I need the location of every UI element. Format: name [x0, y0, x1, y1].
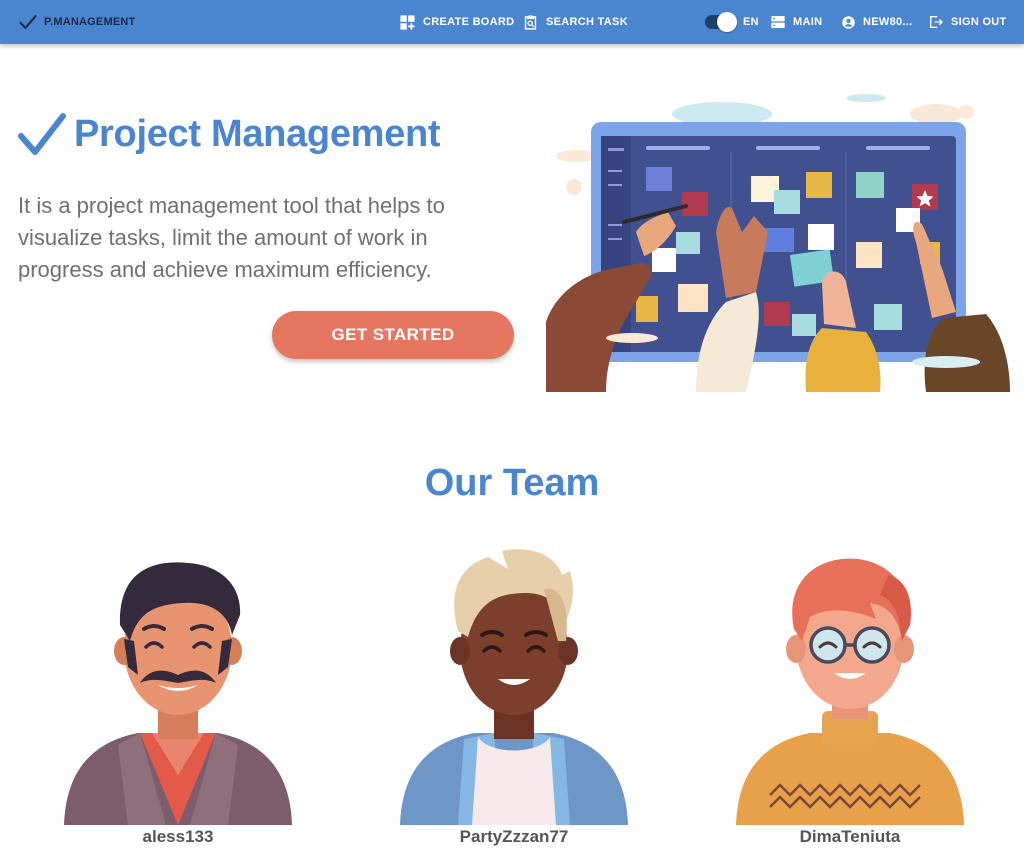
main-label: MAIN: [793, 16, 823, 28]
user-profile-button[interactable]: NEW80...: [841, 0, 912, 44]
checkmark-icon: [19, 15, 37, 29]
server-icon: [771, 16, 785, 28]
page-title: Project Management: [74, 112, 441, 155]
kanban-board-illustration: [546, 94, 1010, 392]
team-member-name: DimaTeniuta: [799, 827, 901, 846]
user-label: NEW80...: [863, 16, 913, 28]
switch-knob: [717, 12, 737, 32]
hero-description: It is a project management tool that hel…: [18, 193, 445, 282]
team-member-name: PartyZzzan77: [459, 827, 569, 846]
avatar: [400, 549, 628, 825]
account-circle-icon: [842, 15, 855, 29]
avatar: [64, 562, 292, 825]
team-title: Our Team: [424, 462, 600, 504]
team-member-card: DimaTeniuta: [730, 545, 970, 850]
logout-icon: [930, 16, 943, 28]
brand-label: P.MANAGEMENT: [44, 16, 136, 28]
avatar: [736, 558, 964, 825]
app-header: P.MANAGEMENT CREATE BOARD SEARCH TASK EN…: [0, 0, 1024, 44]
sign-out-button[interactable]: SIGN OUT: [928, 0, 1007, 44]
language-label: EN: [743, 16, 759, 28]
sign-out-label: SIGN OUT: [951, 16, 1007, 28]
team-member-card: PartyZzzan77: [394, 545, 634, 850]
hero-heading: Project Management: [18, 112, 441, 156]
main-button[interactable]: MAIN: [770, 0, 822, 44]
dashboard-add-icon: [400, 14, 415, 30]
language-switch[interactable]: [705, 12, 737, 32]
clipboard-search-icon: [524, 14, 537, 30]
get-started-button[interactable]: GET STARTED: [272, 311, 514, 359]
brand-logo[interactable]: P.MANAGEMENT: [18, 0, 135, 44]
search-task-button[interactable]: SEARCH TASK: [522, 0, 628, 44]
team-member-name: aless133: [142, 827, 214, 846]
language-toggle[interactable]: EN: [705, 0, 759, 44]
create-board-label: CREATE BOARD: [423, 16, 515, 28]
search-task-label: SEARCH TASK: [546, 16, 628, 28]
team-member-card: aless133: [58, 545, 298, 850]
create-board-button[interactable]: CREATE BOARD: [399, 0, 514, 44]
checkmark-icon: [18, 113, 66, 155]
